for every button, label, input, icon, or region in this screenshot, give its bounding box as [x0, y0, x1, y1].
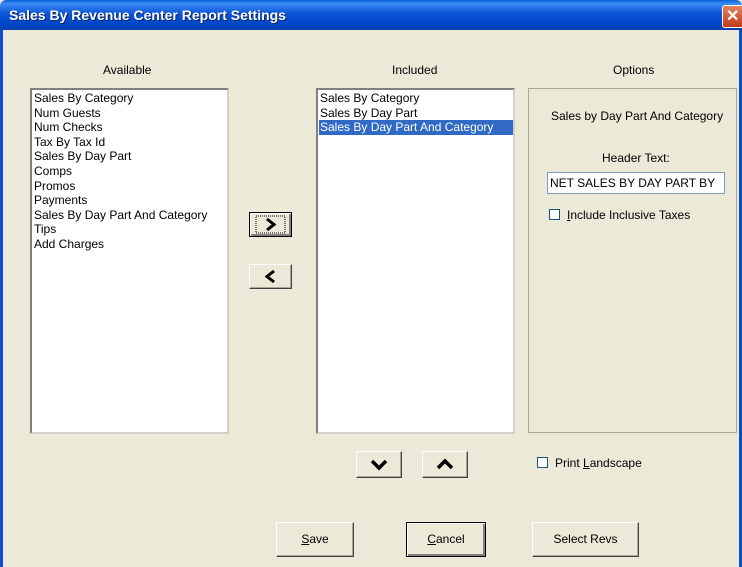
- include-inclusive-taxes-label: Include Inclusive Taxes: [567, 208, 691, 222]
- title-bar[interactable]: Sales By Revenue Center Report Settings …: [0, 0, 742, 30]
- window-frame-left: [0, 30, 3, 567]
- header-text-input[interactable]: NET SALES BY DAY PART BY: [547, 172, 725, 194]
- available-list-item[interactable]: Promos: [33, 179, 227, 194]
- available-list-item[interactable]: Sales By Day Part: [33, 149, 227, 164]
- included-list-item[interactable]: Sales By Category: [319, 91, 513, 106]
- available-list-item[interactable]: Sales By Day Part And Category: [33, 208, 227, 223]
- options-label: Options: [613, 63, 655, 77]
- option-section-title: Sales by Day Part And Category: [551, 109, 724, 123]
- print-landscape-label: Print Landscape: [555, 456, 642, 470]
- print-landscape-checkbox[interactable]: [537, 457, 548, 468]
- add-item-button[interactable]: [249, 212, 292, 237]
- save-button[interactable]: Save: [276, 522, 354, 557]
- chevron-up-icon: [436, 458, 454, 470]
- available-list-item[interactable]: Comps: [33, 164, 227, 179]
- close-icon: ✕: [726, 8, 740, 25]
- move-down-button[interactable]: [356, 451, 402, 478]
- select-revs-button[interactable]: Select Revs: [532, 522, 639, 557]
- remove-item-button[interactable]: [249, 264, 292, 289]
- included-label: Included: [392, 63, 438, 77]
- header-text-label: Header Text:: [602, 151, 670, 165]
- options-panel: [528, 88, 737, 433]
- chevron-down-icon: [370, 459, 388, 471]
- included-list-item[interactable]: Sales By Day Part: [319, 106, 513, 121]
- include-inclusive-taxes-checkbox[interactable]: [549, 209, 560, 220]
- available-list-item[interactable]: Num Checks: [33, 120, 227, 135]
- included-list-item[interactable]: Sales By Day Part And Category: [319, 120, 513, 135]
- available-label: Available: [103, 63, 152, 77]
- available-list-item[interactable]: Add Charges: [33, 237, 227, 252]
- included-list[interactable]: Sales By Category Sales By Day Part Sales …: [316, 88, 515, 434]
- available-list-item[interactable]: Num Guests: [33, 106, 227, 121]
- move-up-button[interactable]: [422, 451, 468, 478]
- close-button[interactable]: ✕: [722, 5, 742, 28]
- available-list-item[interactable]: Tips: [33, 222, 227, 237]
- available-list-item[interactable]: Payments: [33, 193, 227, 208]
- chevron-left-icon: [264, 269, 275, 284]
- chevron-right-icon: [255, 215, 286, 234]
- window-title: Sales By Revenue Center Report Settings: [9, 7, 286, 23]
- cancel-button[interactable]: Cancel: [406, 522, 486, 557]
- available-list-item[interactable]: Sales By Category: [33, 91, 227, 106]
- available-list[interactable]: Sales By Category Num Guests Num Checks Tax…: [30, 88, 229, 434]
- available-list-item[interactable]: Tax By Tax Id: [33, 135, 227, 150]
